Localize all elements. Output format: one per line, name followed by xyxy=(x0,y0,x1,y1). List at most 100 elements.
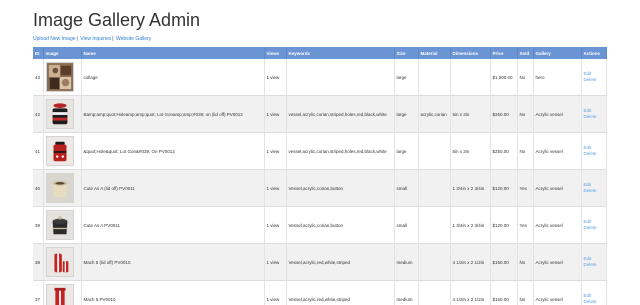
cell-actions: Edit Delete xyxy=(581,169,607,207)
delete-link[interactable]: Delete xyxy=(584,299,604,305)
cell-name: &quot;Hole&quot; Lot Gon&#039; On PV0012 xyxy=(81,132,265,170)
cream-vessel-thumbnail[interactable] xyxy=(45,173,74,203)
table-row: 37 Mach 5 PV0010 1 view Vessel,acrylic,r… xyxy=(33,280,607,305)
cell-sold: Yes xyxy=(517,206,534,244)
cell-id: 41 xyxy=(33,132,44,170)
cell-keywords: vessel,acrylic,corian,striped,holes,red,… xyxy=(286,95,395,133)
delete-link[interactable]: Delete xyxy=(584,77,604,83)
images-table: ID Image Name Views Keywords Size Materi… xyxy=(33,47,607,305)
cell-price: $150.00 xyxy=(490,243,518,281)
cell-size: large xyxy=(394,59,419,96)
cell-id: 38 xyxy=(33,243,44,281)
cell-material: acrylic,corian xyxy=(418,95,451,133)
column-header-id[interactable]: ID xyxy=(33,47,44,59)
cell-dimensions: 5in x 3in xyxy=(450,95,491,133)
cell-keywords xyxy=(286,59,395,96)
cell-image xyxy=(43,243,82,281)
cell-material xyxy=(418,169,451,207)
upload-new-image-link[interactable]: Upload New Image xyxy=(33,36,76,42)
cell-price: $120.00 xyxy=(490,206,518,244)
cell-sold: No xyxy=(517,132,534,170)
cell-views: 1 view xyxy=(264,132,287,170)
column-header-actions: Actions xyxy=(581,47,607,59)
table-row: 43 collage 1 view large $1,000.00 No her… xyxy=(33,59,607,96)
cell-actions: Edit Delete xyxy=(581,132,607,170)
cell-sold: No xyxy=(517,95,534,133)
cell-actions: Edit Delete xyxy=(581,243,607,281)
cell-material xyxy=(418,59,451,96)
cell-price: $120.00 xyxy=(490,169,518,207)
column-header-dimensions[interactable]: Dimensions xyxy=(450,47,491,59)
cell-gallery: Acrylic vessel xyxy=(533,95,582,133)
cell-actions: Edit Delete xyxy=(581,280,607,305)
cell-keywords: Vessel,acrylic,corian,button xyxy=(286,169,395,207)
cell-keywords: Vessel,acrylic,red,white,striped xyxy=(286,243,395,281)
column-header-sold[interactable]: Sold xyxy=(517,47,534,59)
delete-link[interactable]: Delete xyxy=(584,188,604,194)
cell-views: 1 view xyxy=(264,206,287,244)
cell-id: 43 xyxy=(33,59,44,96)
red-white-vessel-lid-off-thumbnail[interactable] xyxy=(45,247,74,277)
cell-material xyxy=(418,280,451,305)
cell-id: 37 xyxy=(33,280,44,305)
cell-id: 40 xyxy=(33,169,44,207)
column-header-gallery[interactable]: Gallery xyxy=(533,47,582,59)
cell-views: 1 view xyxy=(264,243,287,281)
cell-size: large xyxy=(394,132,419,170)
cell-gallery: hero xyxy=(533,59,582,96)
cell-gallery: Acrylic vessel xyxy=(533,206,582,244)
cell-material xyxy=(418,243,451,281)
column-header-keywords[interactable]: Keywords xyxy=(286,47,395,59)
column-header-price[interactable]: Price xyxy=(490,47,518,59)
delete-link[interactable]: Delete xyxy=(584,151,604,157)
cell-size: small xyxy=(394,169,419,207)
cell-image xyxy=(43,95,82,133)
cell-gallery: Acrylic vessel xyxy=(533,243,582,281)
collage-thumbnail[interactable] xyxy=(45,62,74,92)
top-nav: Upload New Image| View Inquiries| Websit… xyxy=(33,36,151,42)
cell-image xyxy=(43,59,82,96)
cell-dimensions: 1 3/4in x 2 3/4in xyxy=(450,206,491,244)
striped-vessel-lid-off-thumbnail[interactable] xyxy=(45,99,74,129)
cell-price: $1,000.00 xyxy=(490,59,518,96)
column-header-size[interactable]: Size xyxy=(394,47,419,59)
delete-link[interactable]: Delete xyxy=(584,114,604,120)
cell-dimensions: 5in x 3in xyxy=(450,132,491,170)
cell-views: 1 view xyxy=(264,59,287,96)
cell-material xyxy=(418,206,451,244)
column-header-material[interactable]: Material xyxy=(418,47,451,59)
cell-image xyxy=(43,280,82,305)
delete-link[interactable]: Delete xyxy=(584,225,604,231)
view-inquiries-link[interactable]: View Inquiries xyxy=(80,36,111,42)
column-header-image[interactable]: Image xyxy=(43,47,82,59)
dark-vessel-thumbnail[interactable] xyxy=(45,210,74,240)
cell-size: small xyxy=(394,206,419,244)
cell-gallery: Acrylic vessel xyxy=(533,169,582,207)
cell-actions: Edit Delete xyxy=(581,59,607,96)
cell-sold: No xyxy=(517,59,534,96)
cell-dimensions: 4 1/2in x 2 1/2in xyxy=(450,280,491,305)
cell-size: medium xyxy=(394,280,419,305)
cell-name: Cute As A (lid off) PV0011 xyxy=(81,169,265,207)
cell-dimensions xyxy=(450,59,491,96)
table-row: 39 Cute As A PV0011 1 view Vessel,acryli… xyxy=(33,206,607,244)
cell-views: 1 view xyxy=(264,95,287,133)
delete-link[interactable]: Delete xyxy=(584,262,604,268)
website-gallery-link[interactable]: Website Gallery xyxy=(116,36,151,42)
cell-views: 1 view xyxy=(264,169,287,207)
red-vessel-thumbnail[interactable] xyxy=(45,136,74,166)
cell-size: large xyxy=(394,95,419,133)
cell-actions: Edit Delete xyxy=(581,206,607,244)
cell-name: Cute As A PV0011 xyxy=(81,206,265,244)
cell-size: medium xyxy=(394,243,419,281)
cell-image xyxy=(43,169,82,207)
column-header-name[interactable]: Name xyxy=(81,47,265,59)
cell-id: 39 xyxy=(33,206,44,244)
red-white-vessel-thumbnail[interactable] xyxy=(45,284,74,305)
column-header-views[interactable]: Views xyxy=(264,47,287,59)
cell-name: Mach 5 PV0010 xyxy=(81,280,265,305)
nav-separator: | xyxy=(76,36,78,42)
cell-material xyxy=(418,132,451,170)
admin-page: Image Gallery Admin Upload New Image| Vi… xyxy=(0,0,640,305)
cell-price: $250.00 xyxy=(490,132,518,170)
